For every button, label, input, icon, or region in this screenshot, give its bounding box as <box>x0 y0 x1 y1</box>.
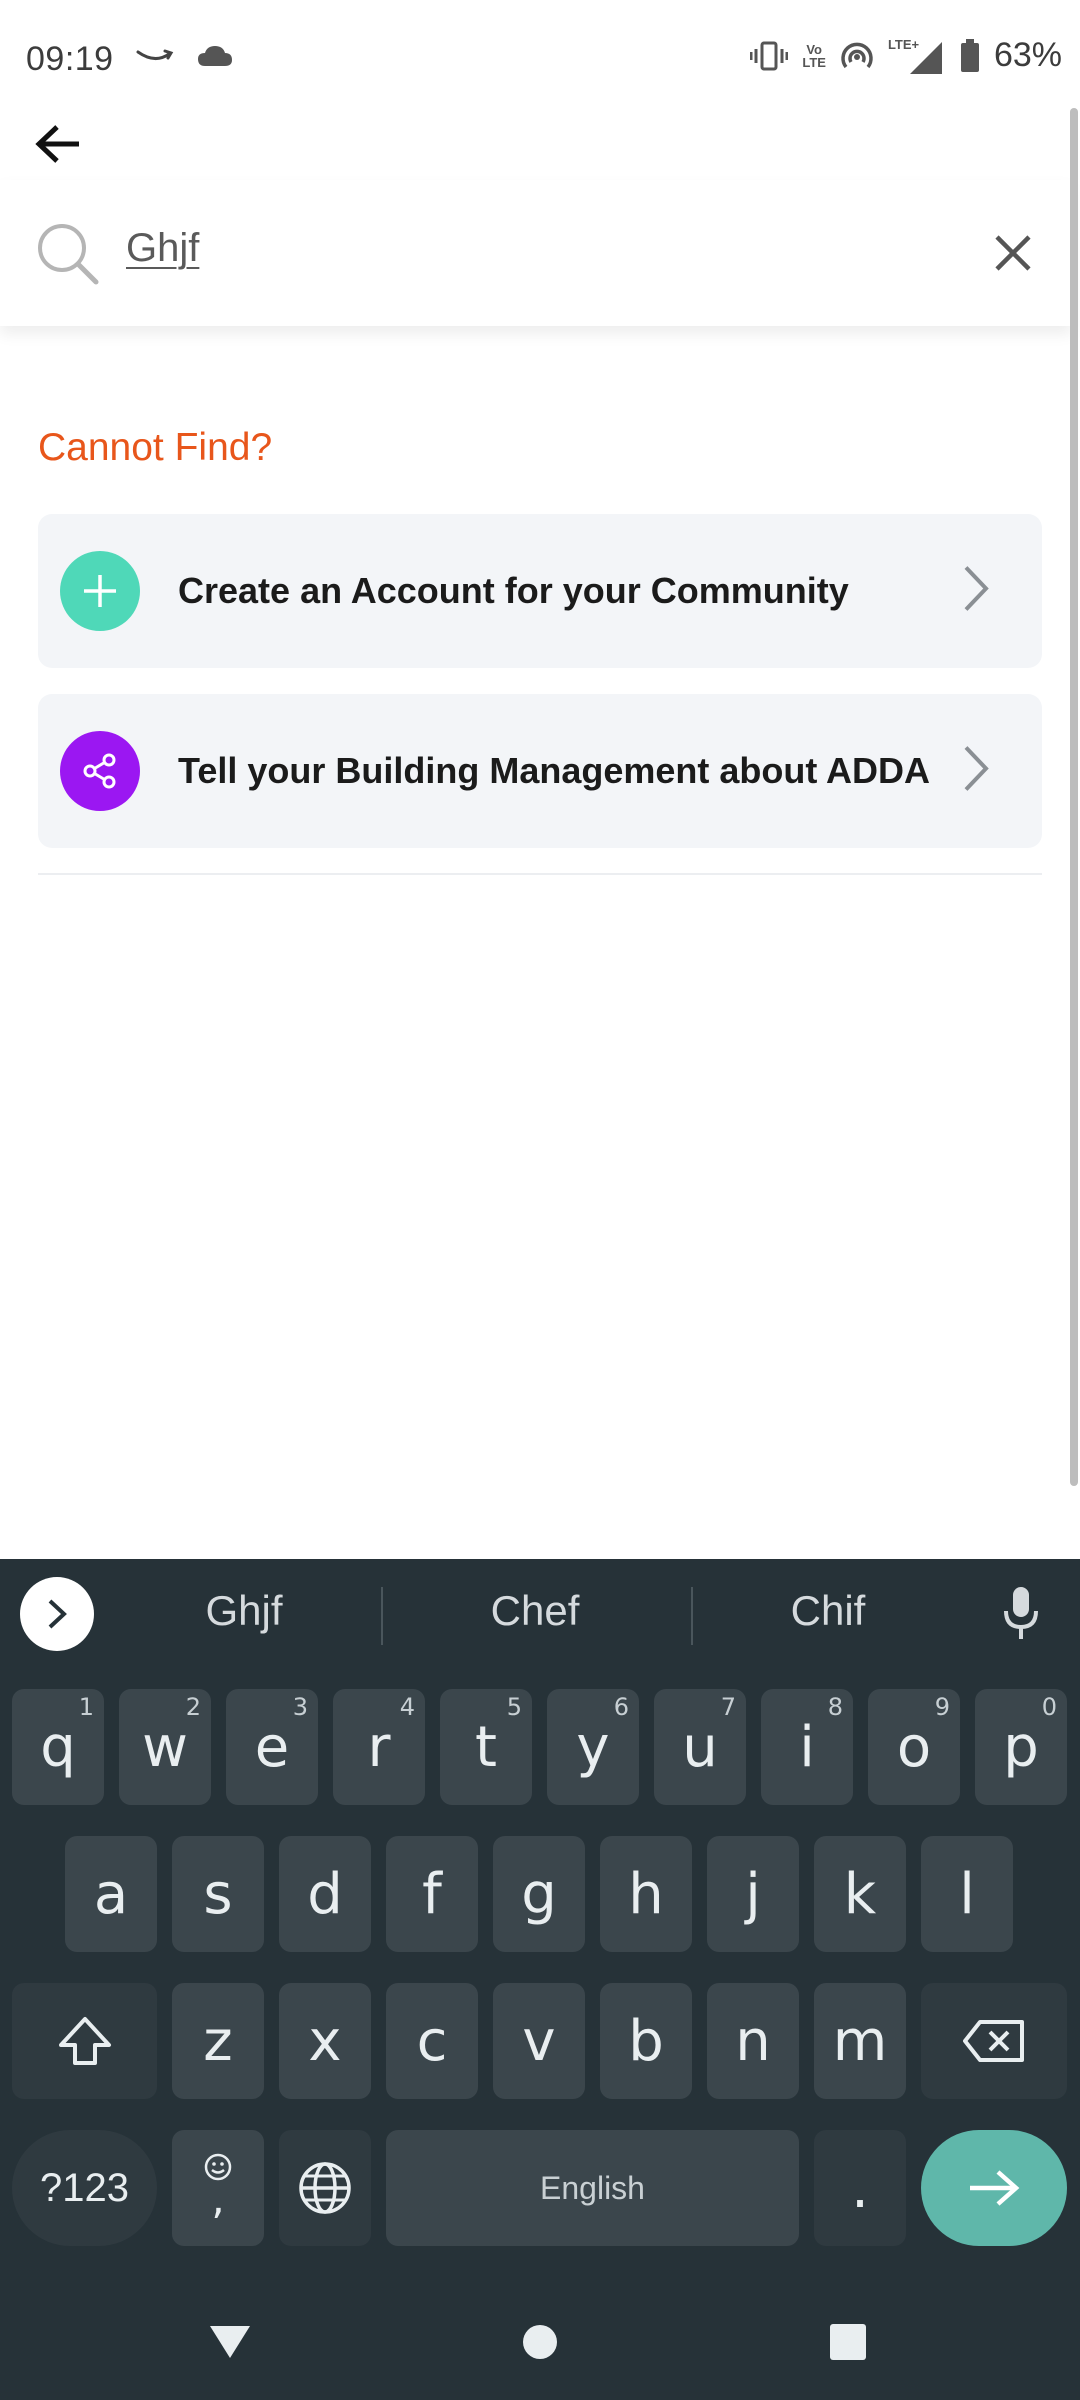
key-q[interactable]: q1 <box>12 1689 104 1805</box>
period-key[interactable]: . <box>814 2130 906 2246</box>
key-a[interactable]: a <box>65 1836 157 1952</box>
battery-icon <box>960 38 979 72</box>
status-bar: 09:19 Vo LTE LTE+ 63% <box>0 0 1080 110</box>
share-icon <box>60 731 140 811</box>
suggestion-bar: Ghjf Chef Chif <box>0 1559 1080 1669</box>
circle-home-icon <box>523 2325 557 2359</box>
key-k[interactable]: k <box>814 1836 906 1952</box>
key-o[interactable]: o9 <box>868 1689 960 1805</box>
clear-search-button[interactable] <box>980 220 1046 286</box>
search-bar: Ghjf <box>0 180 1072 326</box>
back-button[interactable] <box>26 112 90 176</box>
key-p[interactable]: p0 <box>975 1689 1067 1805</box>
language-key[interactable] <box>279 2130 371 2246</box>
key-r[interactable]: r4 <box>333 1689 425 1805</box>
vibrate-icon <box>750 41 789 70</box>
key-j[interactable]: j <box>707 1836 799 1952</box>
tell-management-option[interactable]: Tell your Building Management about ADDA <box>38 694 1042 848</box>
suggestion-3[interactable]: Chif <box>688 1587 968 1635</box>
plus-icon <box>60 551 140 631</box>
keyboard: Ghjf Chef Chif q1 w2 e3 r4 t5 y6 u7 i8 o… <box>0 1559 1080 2400</box>
volte-icon: Vo LTE <box>802 41 826 70</box>
status-right: Vo LTE LTE+ 63% <box>750 36 1062 75</box>
square-recents-icon <box>830 2324 866 2360</box>
nav-recents-button[interactable] <box>818 2312 878 2372</box>
key-n[interactable]: n <box>707 1983 799 2099</box>
globe-icon <box>299 2162 351 2214</box>
space-key[interactable]: English <box>386 2130 799 2246</box>
tell-management-label: Tell your Building Management about ADDA <box>178 750 931 791</box>
create-account-option[interactable]: Create an Account for your Community <box>38 514 1042 668</box>
key-w[interactable]: w2 <box>119 1689 211 1805</box>
key-v[interactable]: v <box>493 1983 585 2099</box>
key-u[interactable]: u7 <box>654 1689 746 1805</box>
keyboard-expand-button[interactable] <box>20 1577 94 1651</box>
key-z[interactable]: z <box>172 1983 264 2099</box>
enter-key[interactable] <box>921 2130 1067 2246</box>
chevron-right-icon <box>48 1599 67 1629</box>
cannot-find-heading: Cannot Find? <box>38 426 273 469</box>
key-s[interactable]: s <box>172 1836 264 1952</box>
arrow-right-icon <box>970 2170 1020 2206</box>
close-icon <box>995 235 1031 271</box>
symbols-key[interactable]: ?123 <box>12 2130 157 2246</box>
status-left-icons <box>135 44 233 68</box>
divider <box>38 873 1042 875</box>
chevron-right-icon <box>962 744 990 799</box>
suggestion-divider <box>381 1587 383 1645</box>
key-e[interactable]: e3 <box>226 1689 318 1805</box>
cloud-icon <box>198 46 232 66</box>
key-t[interactable]: t5 <box>440 1689 532 1805</box>
key-d[interactable]: d <box>279 1836 371 1952</box>
key-b[interactable]: b <box>600 1983 692 2099</box>
search-icon <box>36 222 100 291</box>
key-c[interactable]: c <box>386 1983 478 2099</box>
status-time: 09:19 <box>26 40 114 78</box>
emoji-comma-key[interactable]: , <box>172 2130 264 2246</box>
key-x[interactable]: x <box>279 1983 371 2099</box>
key-g[interactable]: g <box>493 1836 585 1952</box>
backspace-key[interactable] <box>921 1983 1067 2099</box>
key-m[interactable]: m <box>814 1983 906 2099</box>
amazon-smile-icon <box>136 49 174 60</box>
key-i[interactable]: i8 <box>761 1689 853 1805</box>
battery-percent: 63% <box>993 36 1062 74</box>
signal-icon: LTE+ <box>888 38 946 74</box>
microphone-icon <box>1004 1587 1038 1639</box>
suggestion-2[interactable]: Chef <box>395 1587 675 1635</box>
arrow-left-icon <box>35 125 79 163</box>
search-input[interactable]: Ghjf <box>126 226 199 271</box>
create-account-label: Create an Account for your Community <box>178 570 849 611</box>
chevron-right-icon <box>962 564 990 619</box>
microphone-button[interactable] <box>996 1583 1046 1643</box>
scrollbar[interactable] <box>1070 108 1078 1486</box>
nav-back-button[interactable] <box>200 2312 260 2372</box>
screen: 09:19 Vo LTE LTE+ 63% Ghjf Cannot Find? … <box>0 0 1080 2400</box>
triangle-back-icon <box>210 2326 250 2358</box>
hotspot-icon <box>841 42 873 68</box>
key-y[interactable]: y6 <box>547 1689 639 1805</box>
key-h[interactable]: h <box>600 1836 692 1952</box>
shift-key[interactable] <box>12 1983 157 2099</box>
navigation-bar <box>0 2282 1080 2400</box>
key-l[interactable]: l <box>921 1836 1013 1952</box>
backspace-icon <box>963 2020 1024 2062</box>
key-f[interactable]: f <box>386 1836 478 1952</box>
shift-icon <box>58 2017 111 2065</box>
nav-home-button[interactable] <box>510 2312 570 2372</box>
suggestion-1[interactable]: Ghjf <box>104 1587 384 1635</box>
